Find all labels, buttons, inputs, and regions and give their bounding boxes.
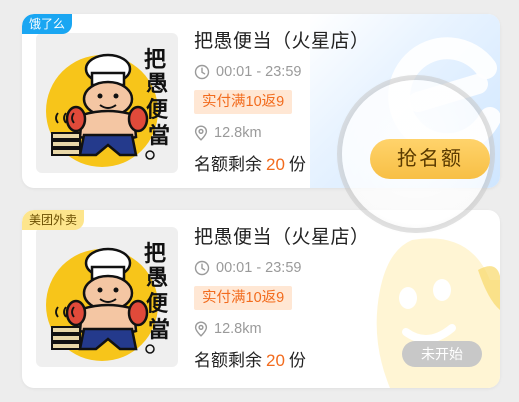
not-started-button[interactable]: 未开始	[402, 341, 482, 367]
opening-hours: 00:01 - 23:59	[216, 260, 302, 276]
quota-label: 名额剩余	[194, 351, 262, 370]
distance: 12.8km	[214, 321, 262, 337]
svg-text:愚: 愚	[146, 71, 168, 96]
hours-row: 00:01 - 23:59	[194, 61, 370, 83]
clock-icon	[194, 64, 210, 80]
promo-badge: 实付满10返9	[194, 90, 293, 114]
svg-text:當: 當	[148, 317, 170, 342]
quota-unit: 份	[288, 351, 306, 370]
coupon-list: 饿了么 把 愚 便 當 把愚便当（火星店） 00:01 - 23:59 实付满1…	[0, 0, 519, 402]
opening-hours: 00:01 - 23:59	[216, 64, 302, 80]
grab-quota-button[interactable]: 抢名额	[370, 139, 490, 179]
svg-text:當: 當	[148, 123, 170, 148]
clock-icon	[194, 260, 210, 276]
shop-name: 把愚便当（火星店）	[194, 227, 370, 248]
svg-text:便: 便	[146, 97, 169, 122]
quota-unit: 份	[288, 155, 306, 174]
quota-label: 名额剩余	[194, 155, 262, 174]
shop-info: 把愚便当（火星店） 00:01 - 23:59 实付满10返9 12.8km 名…	[194, 224, 370, 373]
platform-tag: 饿了么	[22, 14, 73, 34]
hours-row: 00:01 - 23:59	[194, 257, 370, 279]
location-pin-icon	[194, 321, 208, 337]
promo-badge: 实付满10返9	[194, 286, 293, 310]
quota-count: 20	[266, 351, 285, 370]
quota-count: 20	[266, 155, 285, 174]
platform-tag: 美团外卖	[22, 210, 85, 230]
location-pin-icon	[194, 125, 208, 141]
distance: 12.8km	[214, 125, 262, 141]
svg-text:愚: 愚	[146, 265, 168, 290]
quota-remaining: 名额剩余 20 份	[194, 349, 370, 373]
distance-row: 12.8km	[194, 318, 370, 340]
svg-text:把: 把	[144, 47, 166, 72]
shop-logo: 把 愚 便 當	[36, 33, 178, 173]
shop-card[interactable]: 美团外卖 把 愚 便 當 把愚便当（火星店） 00:01 - 23:59 实付满…	[22, 210, 500, 388]
svg-text:把: 把	[144, 241, 166, 266]
svg-text:便: 便	[146, 291, 169, 316]
shop-logo: 把 愚 便 當	[36, 227, 178, 367]
shop-name: 把愚便当（火星店）	[194, 31, 370, 52]
